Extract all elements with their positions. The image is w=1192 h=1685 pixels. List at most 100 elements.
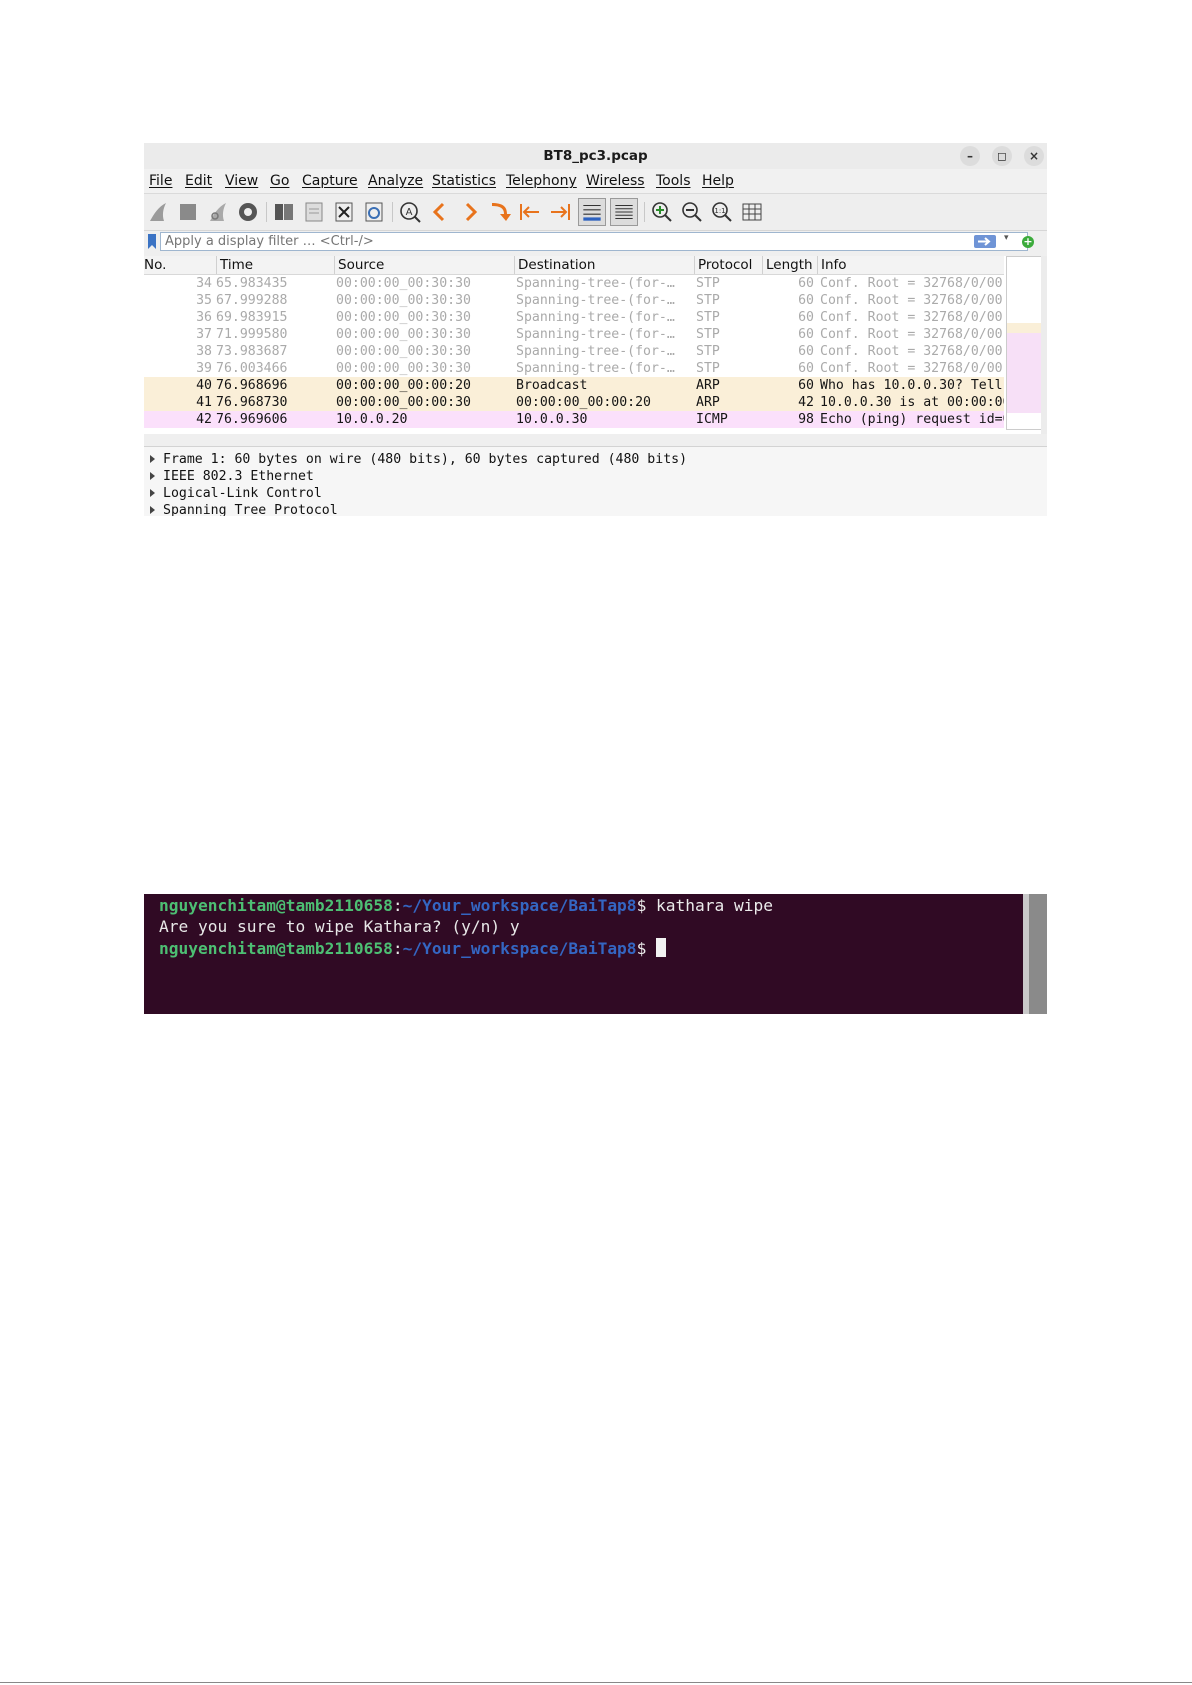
last-packet-icon[interactable] [548, 200, 572, 224]
open-file-icon[interactable] [272, 200, 296, 224]
column-header-destination[interactable]: Destination [514, 256, 694, 274]
packet-cell-time: 65.983435 [216, 276, 288, 291]
packet-row[interactable]: 36 69.983915 00:00:00_00:30:30 Spanning-tre… [144, 309, 1004, 326]
menu-go[interactable]: Go [270, 169, 289, 193]
packet-cell-info: Conf. Root = 32768/0/00:00: [820, 276, 1004, 291]
packet-cell-destination: Broadcast [516, 378, 588, 393]
packet-cell-length: 60 [798, 276, 814, 291]
detail-row-llc[interactable]: Logical-Link Control [150, 485, 322, 502]
shark-fin-restart-icon[interactable] [206, 200, 230, 224]
terminal-line-2: Are you sure to wipe Kathara? (y/n) y [159, 917, 520, 936]
menu-tools[interactable]: Tools [656, 169, 691, 193]
terminal-line-1: nguyenchitam@tamb2110658:~/Your_workspac… [159, 896, 774, 915]
packet-cell-protocol: ARP [696, 378, 720, 393]
packet-cell-protocol: STP [696, 276, 720, 291]
go-forward-icon[interactable] [458, 200, 482, 224]
menu-capture[interactable]: Capture [302, 169, 358, 193]
packet-row[interactable]: 35 67.999288 00:00:00_00:30:30 Spanning-tre… [144, 292, 1004, 309]
packet-cell-length: 60 [798, 293, 814, 308]
packet-cell-info: Conf. Root = 32768/0/00:00: [820, 293, 1004, 308]
column-header-info[interactable]: Info [817, 256, 1004, 274]
packet-cell-source: 00:00:00_00:30:30 [336, 310, 471, 325]
packet-cell-destination: Spanning-tree-(for-… [516, 293, 675, 308]
menu-edit[interactable]: Edit [185, 169, 212, 193]
packet-cell-protocol: STP [696, 327, 720, 342]
main-toolbar: A 1:1 [144, 193, 1047, 231]
menu-analyze[interactable]: Analyze [368, 169, 423, 193]
toolbar-separator [266, 202, 267, 222]
packet-cell-source: 10.0.0.20 [336, 412, 408, 427]
filter-history-chevron-icon[interactable]: ▾ [1004, 233, 1009, 243]
packet-row[interactable]: 34 65.983435 00:00:00_00:30:30 Spanning-tre… [144, 275, 1004, 292]
packet-minimap[interactable] [1006, 256, 1042, 430]
zoom-out-icon[interactable] [680, 200, 704, 224]
expand-triangle-icon[interactable] [150, 472, 155, 480]
zoom-reset-icon[interactable]: 1:1 [710, 200, 734, 224]
first-packet-icon[interactable] [518, 200, 542, 224]
detail-row-frame[interactable]: Frame 1: 60 bytes on wire (480 bits), 60… [150, 451, 687, 468]
gear-options-icon[interactable] [236, 200, 260, 224]
shark-fin-start-icon[interactable] [146, 200, 170, 224]
packet-cell-time: 76.003466 [216, 361, 288, 376]
detail-row-ethernet[interactable]: IEEE 802.3 Ethernet [150, 468, 314, 485]
packet-cell-source: 00:00:00_00:00:20 [336, 378, 471, 393]
packet-cell-no: 40 [196, 378, 212, 393]
column-header-protocol[interactable]: Protocol [694, 256, 762, 274]
find-packet-icon[interactable]: A [398, 200, 422, 224]
column-header-time[interactable]: Time [216, 256, 334, 274]
packet-cell-source: 00:00:00_00:30:30 [336, 361, 471, 376]
close-button[interactable]: × [1024, 146, 1044, 166]
packet-cell-time: 73.983687 [216, 344, 288, 359]
menu-telephony[interactable]: Telephony [506, 169, 577, 193]
menu-file[interactable]: File [149, 169, 172, 193]
go-to-packet-icon[interactable] [488, 200, 512, 224]
packet-row[interactable]: 42 76.969606 10.0.0.20 10.0.0.30 ICMP 98 Echo … [144, 411, 1004, 428]
menu-help[interactable]: Help [702, 169, 734, 193]
packet-cell-length: 60 [798, 378, 814, 393]
colorize-icon[interactable] [610, 198, 638, 226]
menu-statistics[interactable]: Statistics [432, 169, 496, 193]
bookmark-icon[interactable] [148, 234, 156, 249]
packet-cell-time: 76.968730 [216, 395, 288, 410]
detail-row-stp[interactable]: Spanning Tree Protocol [150, 502, 338, 516]
maximize-button[interactable]: ◻ [992, 146, 1012, 166]
terminal-cursor [656, 938, 667, 957]
packet-cell-info: Conf. Root = 32768/0/00:00: [820, 310, 1004, 325]
packet-row[interactable]: 37 71.999580 00:00:00_00:30:30 Spanning-tre… [144, 326, 1004, 343]
zoom-in-icon[interactable] [650, 200, 674, 224]
terminal-line-3[interactable]: nguyenchitam@tamb2110658:~/Your_workspac… [159, 938, 667, 959]
packet-row[interactable]: 39 76.003466 00:00:00_00:30:30 Spanning-tre… [144, 360, 1004, 377]
packet-cell-no: 35 [196, 293, 212, 308]
packet-row[interactable]: 40 76.968696 00:00:00_00:00:20 Broadcast ARP… [144, 377, 1004, 394]
expand-triangle-icon[interactable] [150, 506, 155, 514]
expand-triangle-icon[interactable] [150, 455, 155, 463]
column-header-no[interactable]: No. [144, 256, 216, 274]
menu-wireless[interactable]: Wireless [586, 169, 645, 193]
minimize-button[interactable]: – [960, 146, 980, 166]
expand-triangle-icon[interactable] [150, 489, 155, 497]
packet-cell-source: 00:00:00_00:00:30 [336, 395, 471, 410]
save-file-icon[interactable] [302, 200, 326, 224]
packet-cell-info: Conf. Root = 32768/0/00:00: [820, 327, 1004, 342]
stop-icon[interactable] [176, 200, 200, 224]
close-file-icon[interactable] [332, 200, 356, 224]
packet-cell-time: 76.969606 [216, 412, 288, 427]
column-header-source[interactable]: Source [334, 256, 514, 274]
add-filter-button-icon[interactable]: + [1022, 236, 1034, 248]
display-filter-input[interactable] [160, 232, 1028, 251]
resize-columns-icon[interactable] [740, 200, 764, 224]
packet-cell-source: 00:00:00_00:30:30 [336, 276, 471, 291]
apply-filter-arrow-icon[interactable] [974, 235, 996, 248]
packet-cell-time: 69.983915 [216, 310, 288, 325]
column-header-length[interactable]: Length [762, 256, 817, 274]
menu-view[interactable]: View [225, 169, 258, 193]
packet-row[interactable]: 38 73.983687 00:00:00_00:30:30 Spanning-tre… [144, 343, 1004, 360]
packet-cell-protocol: STP [696, 293, 720, 308]
packet-list-vertical-scrollbar[interactable] [1041, 256, 1047, 434]
packet-cell-no: 41 [196, 395, 212, 410]
packet-cell-protocol: STP [696, 361, 720, 376]
packet-row[interactable]: 41 76.968730 00:00:00_00:00:30 00:00:00_00:… [144, 394, 1004, 411]
go-back-icon[interactable] [428, 200, 452, 224]
autoscroll-icon[interactable] [578, 198, 606, 226]
reload-icon[interactable] [362, 200, 386, 224]
